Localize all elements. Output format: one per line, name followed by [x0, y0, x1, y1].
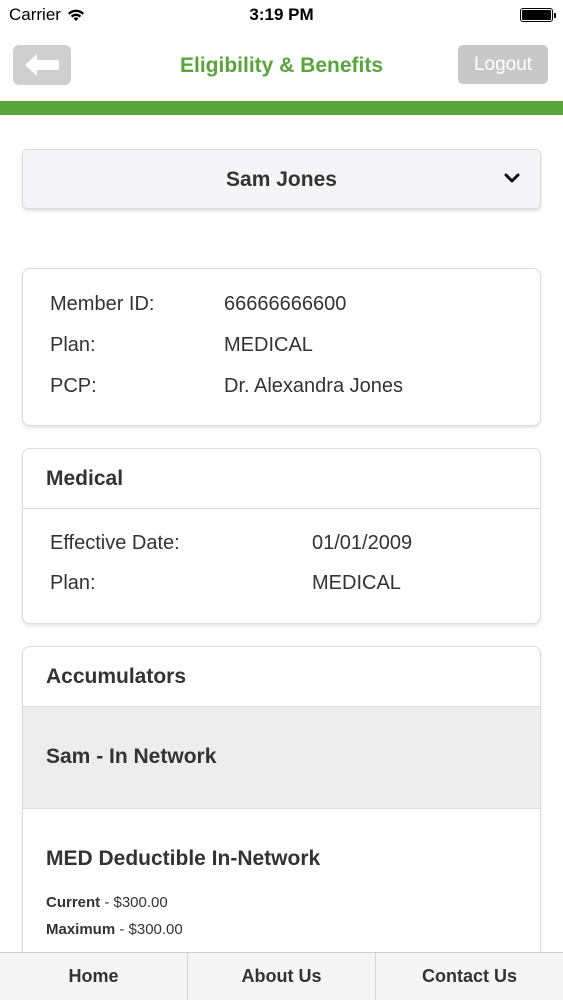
current-amount: Current - $300.00 [46, 894, 168, 911]
effective-date-label: Effective Date: [50, 532, 180, 554]
member-dropdown-value: Sam Jones [226, 168, 337, 191]
medical-title: Medical [23, 449, 540, 509]
logout-button[interactable]: Logout [458, 45, 548, 84]
accumulators-card: Accumulators Sam - In Network MED Deduct… [22, 646, 541, 966]
medical-plan-label: Plan: [50, 572, 96, 594]
chevron-down-icon [504, 173, 520, 183]
tab-about-us[interactable]: About Us [188, 953, 376, 1000]
member-id-label: Member ID: [50, 293, 155, 315]
member-info-card: Member ID: 66666666600 Plan: MEDICAL PCP… [22, 268, 541, 426]
effective-date-value: 01/01/2009 [312, 532, 413, 554]
deductible-title: MED Deductible In-Network [46, 847, 321, 870]
current-label: Current [46, 894, 101, 911]
nav-header: Eligibility & Benefits Logout [0, 40, 563, 100]
plan-label: Plan: [50, 334, 96, 356]
pcp-value: Dr. Alexandra Jones [224, 375, 403, 397]
member-id-value: 66666666600 [224, 293, 347, 315]
medical-card: Medical Effective Date: 01/01/2009 Plan:… [22, 448, 541, 624]
header-accent-bar [0, 101, 563, 115]
maximum-value: - $300.00 [115, 921, 183, 938]
tab-home[interactable]: Home [0, 953, 188, 1000]
medical-plan-value: MEDICAL [312, 572, 401, 594]
member-dropdown[interactable]: Sam Jones [22, 149, 541, 209]
network-section-header: Sam - In Network [23, 707, 540, 809]
maximum-label: Maximum [46, 921, 116, 938]
battery-level [522, 10, 551, 20]
status-bar: Carrier 3:19 PM [0, 0, 563, 30]
network-section-label: Sam - In Network [46, 745, 217, 768]
bottom-tab-bar: Home About Us Contact Us [0, 952, 563, 1000]
current-value: - $300.00 [100, 894, 168, 911]
status-time: 3:19 PM [249, 5, 314, 24]
pcp-label: PCP: [50, 375, 97, 397]
tab-contact-us[interactable]: Contact Us [376, 953, 563, 1000]
plan-value: MEDICAL [224, 334, 313, 356]
accumulators-title: Accumulators [23, 647, 540, 707]
maximum-amount: Maximum - $300.00 [46, 921, 183, 938]
battery-icon [520, 8, 556, 22]
